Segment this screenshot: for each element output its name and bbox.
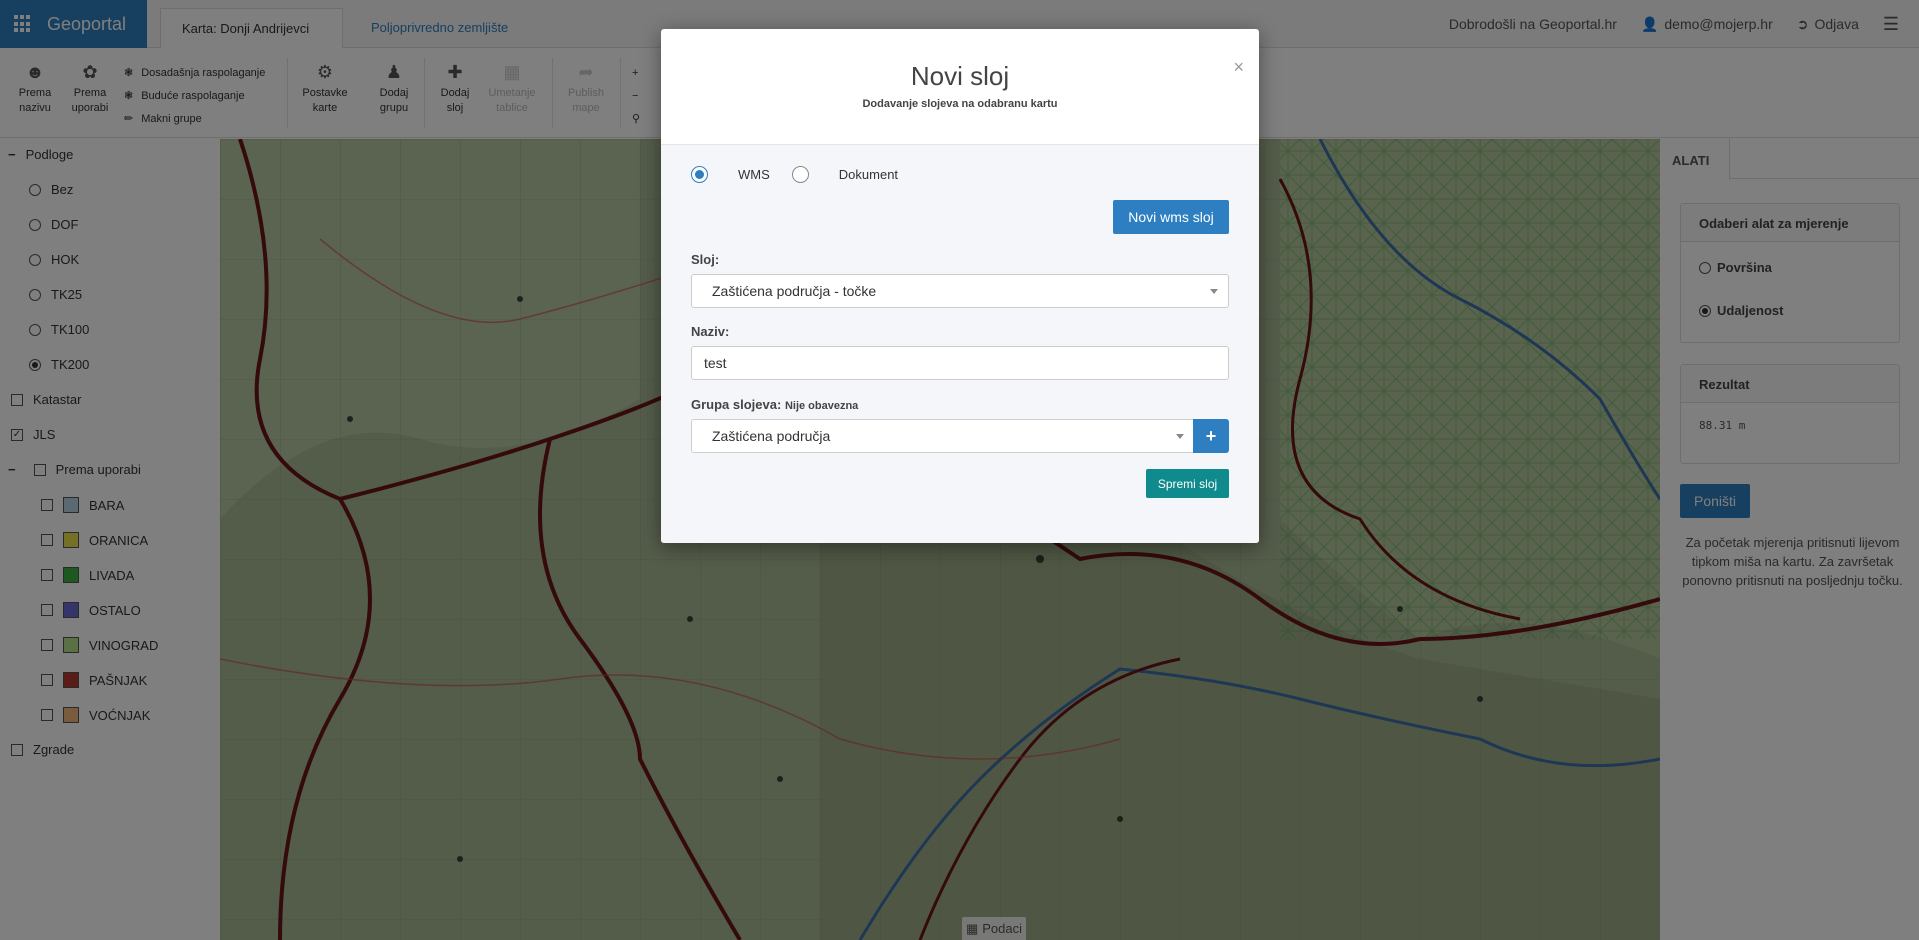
grupa-label-row: Grupa slojeva: Nije obavezna — [691, 397, 858, 412]
naziv-input[interactable]: test — [691, 346, 1229, 380]
sloj-value: Zaštićena područja - točke — [712, 283, 877, 299]
sloj-label: Sloj: — [691, 252, 720, 267]
grupa-select[interactable]: Zaštićena područja — [691, 419, 1195, 453]
chevron-down-icon — [1210, 289, 1218, 294]
new-wms-layer-button[interactable]: Novi wms sloj — [1113, 200, 1229, 234]
grupa-value: Zaštićena područja — [712, 428, 831, 444]
new-layer-modal: Novi sloj Dodavanje slojeva na odabranu … — [661, 29, 1259, 543]
naziv-label: Naziv: — [691, 324, 730, 339]
add-group-button[interactable]: + — [1193, 419, 1229, 453]
close-icon[interactable]: × — [1233, 57, 1244, 78]
sloj-select[interactable]: Zaštićena područja - točke — [691, 274, 1229, 308]
modal-title: Novi sloj — [910, 61, 1010, 91]
grupa-hint: Nije obavezna — [784, 400, 859, 412]
radio-wms-label: WMS — [738, 167, 770, 182]
modal-subtitle: Dodavanje slojeva na odabranu kartu — [862, 98, 1058, 110]
type-radio-group: WMS Dokument — [691, 166, 898, 183]
radio-dokument-label: Dokument — [838, 167, 899, 182]
modal-body: WMS Dokument Novi wms sloj Sloj: Zaštiće… — [661, 145, 1259, 543]
save-layer-button[interactable]: Spremi sloj — [1146, 469, 1229, 498]
radio-dokument[interactable] — [791, 166, 809, 183]
radio-wms[interactable] — [691, 166, 708, 183]
naziv-value: test — [704, 355, 727, 371]
grupa-label: Grupa slojeva: — [691, 397, 782, 412]
modal-header: Novi sloj Dodavanje slojeva na odabranu … — [661, 29, 1259, 145]
chevron-down-icon — [1176, 434, 1184, 439]
plus-icon: + — [1205, 425, 1217, 446]
